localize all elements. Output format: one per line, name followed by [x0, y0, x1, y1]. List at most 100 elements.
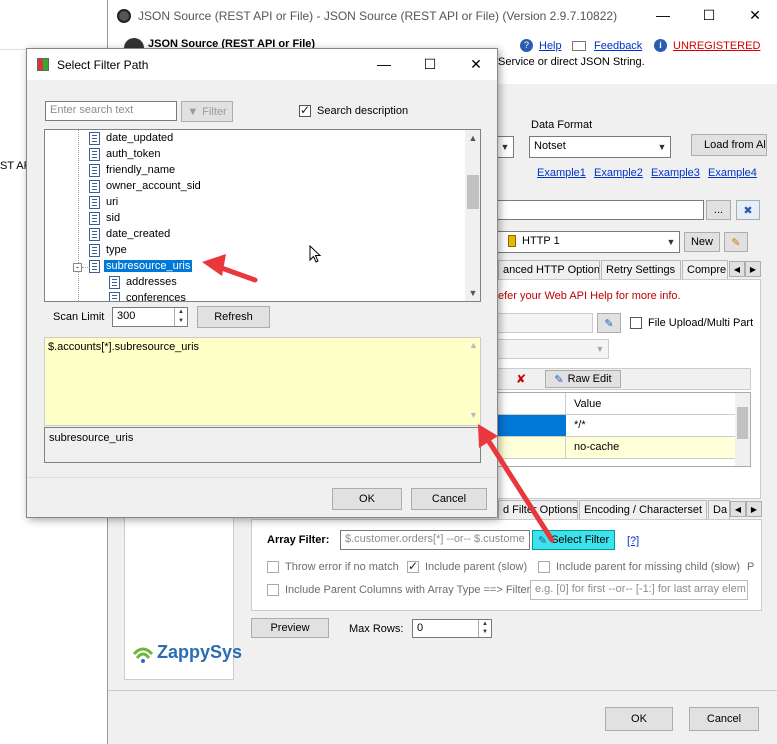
tree-items: date_updated auth_token friendly_name ow…: [85, 130, 465, 301]
scan-limit-input[interactable]: 300 ▲ ▼: [112, 307, 188, 327]
include-parent-cols-checkbox[interactable]: [267, 584, 279, 596]
main-ok-button[interactable]: OK: [605, 707, 673, 731]
tree-node[interactable]: auth_token: [85, 147, 285, 163]
delete-icon[interactable]: ✘: [516, 372, 532, 388]
feedback-link[interactable]: Feedback: [594, 40, 642, 52]
dialog-ok-button[interactable]: OK: [332, 488, 402, 510]
data-format-combo[interactable]: Notset ▼: [529, 136, 671, 158]
tree-node[interactable]: date_updated: [85, 131, 285, 147]
value-column-header: Value: [574, 398, 602, 410]
tab-scroll-left-button[interactable]: ◀: [729, 261, 745, 277]
include-parent-missing-checkbox[interactable]: [538, 561, 550, 573]
scroll-thumb[interactable]: [467, 175, 479, 209]
tree-node[interactable]: date_created: [85, 227, 285, 243]
tab-data[interactable]: Da: [708, 500, 730, 519]
connection-type-combo[interactable]: ▼: [498, 136, 514, 158]
url-input[interactable]: [498, 200, 704, 220]
preview-button[interactable]: Preview: [251, 618, 329, 638]
max-rows-stepper[interactable]: ▲ ▼: [478, 620, 491, 637]
scroll-up-icon[interactable]: ▲: [465, 130, 480, 146]
throw-error-checkbox[interactable]: [267, 561, 279, 573]
select-filter-button[interactable]: ✎ Select Filter: [532, 530, 615, 550]
max-rows-input[interactable]: 0 ▲ ▼: [412, 619, 492, 638]
edit-body-button[interactable]: ✎: [597, 313, 621, 333]
help-icon: ?: [520, 39, 533, 52]
tree-node[interactable]: friendly_name: [85, 163, 285, 179]
example2-link[interactable]: Example2: [594, 167, 643, 179]
headers-table-header: Value: [498, 393, 735, 415]
connection-combo[interactable]: HTTP 1 ▼: [498, 231, 680, 253]
tree-node-selected[interactable]: subresource_uris: [85, 259, 285, 275]
filter-path-textarea[interactable]: $.accounts[*].subresource_uris ▲ ▼: [44, 337, 481, 426]
tab-compression[interactable]: Compre: [682, 260, 728, 279]
tree-node[interactable]: owner_account_sid: [85, 179, 285, 195]
edit-icon: ✎: [537, 534, 548, 547]
search-input[interactable]: Enter search text: [45, 101, 177, 121]
dialog-close-button[interactable]: ✕: [453, 49, 499, 79]
table-row[interactable]: */*: [498, 415, 735, 437]
path-scrollbar[interactable]: ▲ ▼: [467, 338, 481, 425]
connection-icon: [508, 235, 516, 248]
field-icon: [89, 180, 100, 193]
parent-cols-input[interactable]: e.g. [0] for first --or-- [-1:] for last…: [530, 580, 748, 600]
edit-icon: ✎: [554, 373, 564, 386]
minimize-button[interactable]: —: [640, 0, 686, 30]
filter-tab-scroll-left-button[interactable]: ◀: [730, 501, 746, 517]
file-upload-checkbox[interactable]: [630, 317, 642, 329]
method-combo[interactable]: ▼: [498, 339, 609, 359]
scroll-down-icon[interactable]: ▼: [469, 410, 478, 420]
json-tree[interactable]: date_updated auth_token friendly_name ow…: [44, 129, 481, 302]
tree-node[interactable]: addresses: [105, 275, 305, 291]
unregistered-link[interactable]: UNREGISTERED: [673, 40, 760, 52]
clear-url-button[interactable]: ✖: [736, 200, 760, 220]
tab-retry-settings[interactable]: Retry Settings: [601, 260, 681, 279]
search-description-checkbox[interactable]: [299, 103, 311, 117]
load-from-button[interactable]: Load from Al: [691, 134, 767, 156]
field-icon: [89, 132, 100, 145]
include-parent-checkbox[interactable]: [407, 559, 419, 573]
filter-button[interactable]: ▼ Filter: [181, 101, 233, 122]
tab-encoding[interactable]: Encoding / Characterset: [579, 500, 707, 519]
example1-link[interactable]: Example1: [537, 167, 586, 179]
raw-edit-button[interactable]: ✎ Raw Edit: [545, 370, 621, 388]
tree-node[interactable]: sid: [85, 211, 285, 227]
tab-advanced-http-options[interactable]: anced HTTP Options: [498, 260, 600, 279]
tree-node[interactable]: uri: [85, 195, 285, 211]
dialog-minimize-button[interactable]: —: [361, 49, 407, 79]
tree-node[interactable]: type: [85, 243, 285, 259]
tab-scroll-right-button[interactable]: ▶: [745, 261, 761, 277]
help-link[interactable]: Help: [539, 40, 562, 52]
field-icon: [109, 276, 120, 289]
field-icon: [89, 244, 100, 257]
dialog-cancel-button[interactable]: Cancel: [411, 488, 487, 510]
array-filter-input[interactable]: $.customer.orders[*] --or-- $.custome: [340, 530, 530, 550]
tree-scrollbar[interactable]: ▲ ▼: [465, 130, 480, 301]
scroll-up-icon[interactable]: ▲: [469, 340, 478, 350]
scan-limit-stepper[interactable]: ▲ ▼: [174, 308, 187, 326]
headers-table-scrollbar[interactable]: [735, 393, 750, 466]
zappysys-logo-text: ZappySys: [157, 642, 243, 662]
url-browse-button[interactable]: ...: [706, 200, 731, 220]
filter-help-link[interactable]: [?]: [627, 535, 639, 547]
table-row[interactable]: no-cache: [498, 437, 735, 459]
mouse-cursor-icon: [309, 244, 323, 265]
example4-link[interactable]: Example4: [708, 167, 757, 179]
request-body-input[interactable]: [498, 313, 593, 333]
help-text: efer your Web API Help for more info.: [498, 290, 681, 302]
new-connection-button[interactable]: New: [684, 232, 720, 252]
main-title-bar: JSON Source (REST API or File) - JSON So…: [108, 0, 777, 32]
main-cancel-button[interactable]: Cancel: [689, 707, 759, 731]
maximize-button[interactable]: ☐: [686, 0, 732, 30]
scroll-down-icon[interactable]: ▼: [465, 285, 480, 301]
tab-filter-options[interactable]: d Filter Options: [498, 500, 578, 519]
tree-collapse-toggle[interactable]: -: [73, 263, 82, 272]
refresh-button[interactable]: Refresh: [197, 306, 270, 328]
chevron-down-icon: ▼: [500, 142, 510, 152]
edit-connection-button[interactable]: ✎: [724, 232, 748, 252]
filter-tab-scroll-right-button[interactable]: ▶: [746, 501, 762, 517]
example3-link[interactable]: Example3: [651, 167, 700, 179]
tree-node[interactable]: conferences: [105, 291, 305, 301]
close-button[interactable]: ✕: [732, 0, 777, 30]
dialog-maximize-button[interactable]: ☐: [407, 49, 453, 79]
field-icon: [89, 148, 100, 161]
